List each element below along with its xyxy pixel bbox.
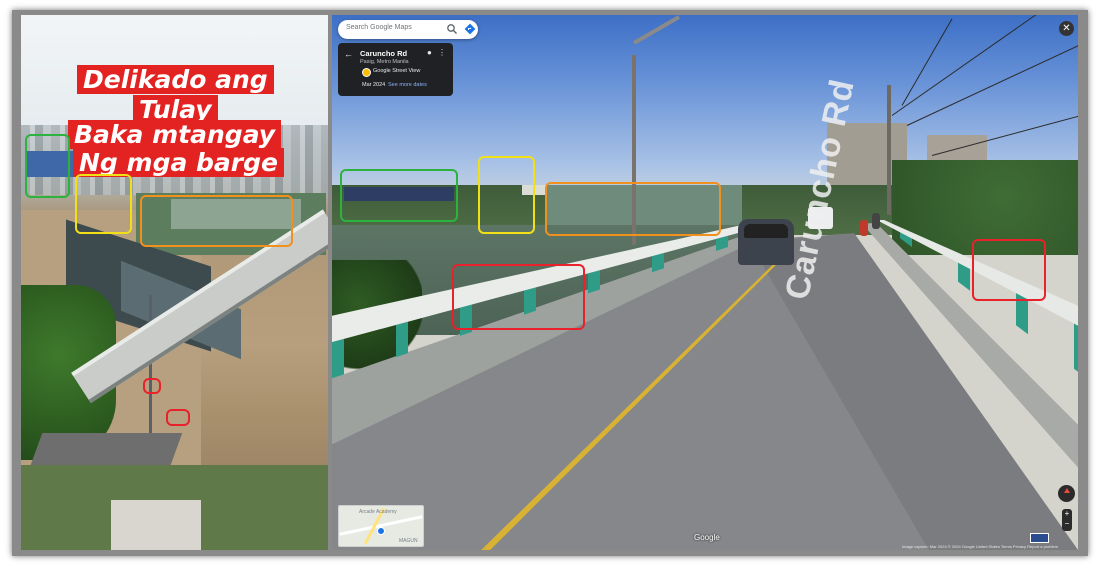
mini-map[interactable]: Arcade Academy MAGUN: [338, 505, 424, 547]
back-arrow-icon[interactable]: ←: [344, 49, 353, 59]
highlight-box-red-right-2: [972, 239, 1046, 301]
minimap-label: Arcade Academy: [359, 509, 397, 515]
search-icon[interactable]: [446, 23, 458, 35]
highlight-box-yellow-right: [478, 156, 535, 234]
power-line: [901, 18, 953, 106]
highlight-box-orange-right: [545, 182, 721, 236]
minimap-label: MAGUN: [399, 538, 418, 544]
highlight-box-yellow-left: [75, 174, 132, 234]
motorcyclist: [872, 213, 880, 229]
capture-date: Mar 2024: [362, 82, 386, 88]
close-icon[interactable]: ✕: [1059, 21, 1074, 36]
highlight-box-red-left-2: [166, 409, 190, 426]
more-options-icon[interactable]: ⋮: [438, 48, 446, 57]
highlight-box-green-left: [25, 134, 70, 198]
rooftop-structure: [111, 500, 201, 550]
place-title: Caruncho Rd: [360, 49, 408, 58]
street-view-avatar-icon: [362, 68, 371, 77]
map-credits[interactable]: Image capture: Mar 2024 © 2024 Google Un…: [902, 544, 1058, 549]
power-line: [931, 111, 1078, 156]
google-watermark: Google: [694, 533, 720, 542]
place-subtitle: Pasig, Metro Manila: [360, 59, 409, 65]
highlight-box-orange-left: [140, 195, 293, 247]
place-info-card: ← Caruncho Rd Pasig, Metro Manila ● ⋮ Go…: [338, 43, 453, 96]
map-pin-icon[interactable]: ●: [427, 48, 432, 57]
street-view-label: Google Street View: [373, 68, 421, 74]
utility-pole: [887, 85, 891, 215]
directions-icon[interactable]: [464, 23, 476, 35]
compass-icon[interactable]: [1058, 485, 1075, 502]
motorcyclist: [860, 220, 868, 236]
caption-line-4: Ng mga barge: [73, 148, 284, 177]
caption-line-3: Baka mtangay: [68, 120, 282, 149]
search-input[interactable]: Search Google Maps: [346, 24, 412, 31]
zoom-controls[interactable]: + −: [1062, 509, 1072, 531]
street-lamp-arm: [633, 15, 681, 45]
layers-icon[interactable]: [1030, 533, 1049, 543]
highlight-box-red-right-1: [452, 264, 585, 330]
location-marker-icon: [377, 527, 385, 535]
highlight-box-green-right: [340, 169, 458, 222]
highlight-box-red-left-1: [143, 378, 161, 394]
search-bar[interactable]: Search Google Maps: [338, 20, 478, 39]
see-more-dates-link[interactable]: See more dates: [388, 82, 427, 88]
caption-line-1: Delikado ang: [77, 65, 274, 94]
